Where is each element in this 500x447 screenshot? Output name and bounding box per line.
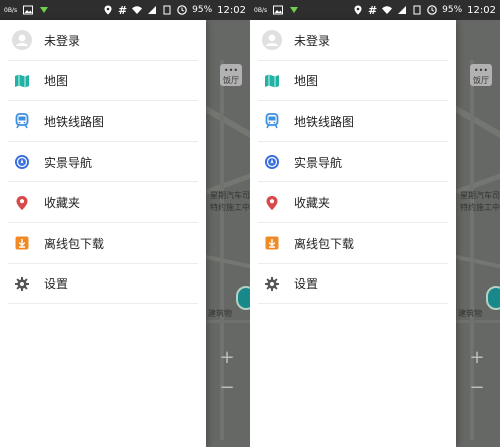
location-pin-icon: [262, 193, 282, 213]
image-icon: [273, 5, 284, 15]
location-icon: [104, 5, 112, 15]
drawer-item-map[interactable]: 地图: [0, 61, 206, 102]
download-icon: [262, 233, 282, 253]
battery-percent: 95%: [442, 5, 463, 15]
drawer-item-offline-download[interactable]: 离线包下载: [250, 223, 456, 264]
drawer-item-map[interactable]: 地图: [250, 61, 456, 102]
drawer-item-label: 收藏夹: [44, 196, 81, 211]
drawer-item-label: 地铁线路图: [294, 114, 355, 129]
drawer-item-label: 未登录: [44, 33, 81, 48]
network-indicator: #: [367, 3, 378, 17]
status-bar: 0B/s # 95% 12:02: [250, 0, 500, 20]
screen-left: ••• 饭厅 星期汽车司 特约施工中 建筑物 + − 0B/s # 95% 12:…: [0, 0, 250, 447]
drawer-item-navigation[interactable]: 实景导航: [250, 142, 456, 183]
network-indicator: #: [117, 3, 128, 17]
gear-icon: [262, 274, 282, 294]
drawer-item-label: 收藏夹: [294, 196, 331, 211]
screen-right: ••• 饭厅 星期汽车司 特约施工中 建筑物 + − 0B/s # 95% 12:…: [250, 0, 500, 447]
network-speed: 0B/s: [4, 6, 18, 14]
subway-icon: [12, 111, 32, 131]
download-icon: [12, 233, 32, 253]
drawer-item-label: 设置: [294, 277, 319, 292]
battery-icon: [177, 5, 187, 15]
network-speed: 0B/s: [254, 6, 268, 14]
map-icon: [12, 71, 32, 91]
drawer-item-label: 设置: [44, 277, 69, 292]
drawer-item-label: 离线包下载: [44, 236, 105, 251]
navigation-icon: [262, 152, 282, 172]
location-icon: [354, 5, 362, 15]
sim-icon: [413, 5, 421, 15]
location-pin-icon: [12, 193, 32, 213]
drawer-item-label: 实景导航: [44, 155, 93, 170]
drawer-item-label: 实景导航: [294, 155, 343, 170]
wifi-icon: [382, 6, 393, 14]
gear-icon: [12, 274, 32, 294]
user-avatar-icon: [262, 30, 282, 51]
drawer-item-subway[interactable]: 地铁线路图: [0, 101, 206, 142]
user-avatar-icon: [12, 30, 32, 51]
notification-icon: [40, 7, 49, 13]
battery-percent: 95%: [192, 5, 213, 15]
navigation-icon: [12, 152, 32, 172]
sim-icon: [163, 5, 171, 15]
battery-icon: [427, 5, 437, 15]
drawer-item-subway[interactable]: 地铁线路图: [250, 101, 456, 142]
clock: 12:02: [467, 4, 496, 16]
drawer-item-settings[interactable]: 设置: [250, 264, 456, 305]
clock: 12:02: [217, 4, 246, 16]
drawer-item-login[interactable]: 未登录: [250, 20, 456, 61]
drawer-item-label: 未登录: [294, 33, 331, 48]
wifi-icon: [132, 6, 143, 14]
drawer-item-favorites[interactable]: 收藏夹: [250, 182, 456, 223]
drawer-item-label: 地图: [44, 74, 69, 89]
drawer-item-label: 地铁线路图: [44, 114, 105, 129]
notification-icon: [290, 7, 299, 13]
navigation-drawer: 未登录 地图 地铁线路图 实景导航 收藏夹 离线包下载 设置: [0, 20, 206, 447]
drawer-item-label: 地图: [294, 74, 319, 89]
subway-icon: [262, 111, 282, 131]
drawer-item-offline-download[interactable]: 离线包下载: [0, 223, 206, 264]
signal-icon: [148, 6, 157, 14]
image-icon: [23, 5, 34, 15]
map-icon: [262, 71, 282, 91]
drawer-item-login[interactable]: 未登录: [0, 20, 206, 61]
signal-icon: [398, 6, 407, 14]
status-bar: 0B/s # 95% 12:02: [0, 0, 250, 20]
navigation-drawer: 未登录 地图 地铁线路图 实景导航 收藏夹 离线包下载 设置: [250, 20, 456, 447]
drawer-item-navigation[interactable]: 实景导航: [0, 142, 206, 183]
drawer-item-favorites[interactable]: 收藏夹: [0, 182, 206, 223]
drawer-item-label: 离线包下载: [294, 236, 355, 251]
drawer-item-settings[interactable]: 设置: [0, 264, 206, 305]
